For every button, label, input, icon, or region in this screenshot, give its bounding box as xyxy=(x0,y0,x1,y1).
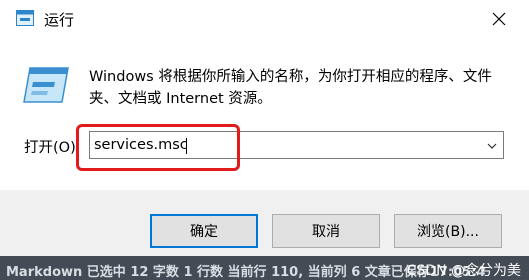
close-icon xyxy=(492,12,506,26)
button-bar: 确定 取消 浏览(B)... xyxy=(0,190,529,256)
browse-button[interactable]: 浏览(B)... xyxy=(394,214,502,248)
close-button[interactable] xyxy=(487,7,511,31)
open-combobox[interactable] xyxy=(89,131,504,159)
open-input[interactable] xyxy=(94,134,474,156)
run-dialog: 运行 Windows 将根据你所输入的名称，为你打开相应的程序、文件夹、文档或 … xyxy=(0,0,529,256)
open-label: 打开(O): xyxy=(24,140,81,156)
watermark: CSDN @念兮为美 xyxy=(406,263,521,279)
dropdown-arrow-button[interactable] xyxy=(485,138,499,152)
run-program-icon xyxy=(22,66,70,106)
cancel-button[interactable]: 取消 xyxy=(272,214,380,248)
window-title: 运行 xyxy=(44,11,75,29)
chevron-down-icon xyxy=(487,143,497,149)
dialog-description: Windows 将根据你所输入的名称，为你打开相应的程序、文件夹、文档或 Int… xyxy=(89,69,492,107)
title-bar: 运行 xyxy=(0,0,529,38)
editor-status-bar: Markdown 已选中 12 字数 1 行数 当前行 110, 当前列 6 文… xyxy=(0,256,529,280)
run-app-icon xyxy=(16,10,34,26)
text-cursor xyxy=(186,138,187,154)
ok-button[interactable]: 确定 xyxy=(150,214,258,248)
